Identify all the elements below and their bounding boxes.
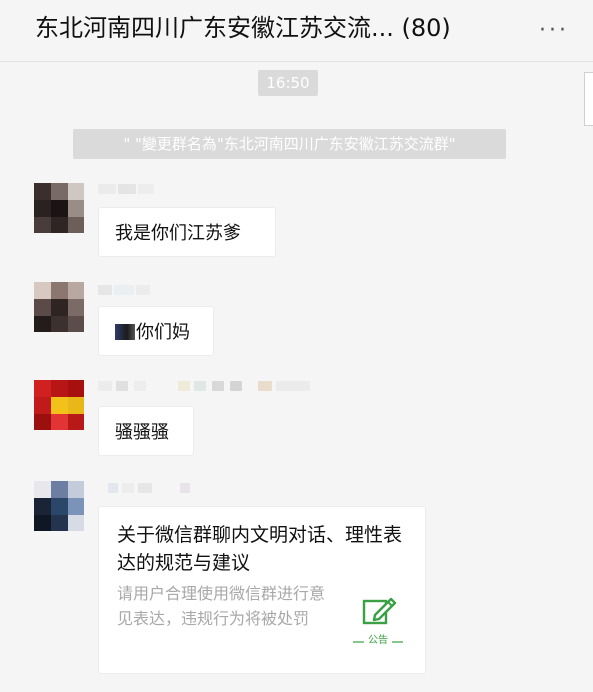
notice-description: 请用户合理使用微信群进行意见表达，违规行为将被处罚 [117,584,326,628]
chat-header: 东北河南四川广东安徽江苏交流... (80) ··· [0,0,593,62]
message-text: 骚骚骚 [115,422,169,443]
notice-title: 关于微信群聊内文明对话、理性表达的规范与建议 [117,524,403,574]
edit-note-icon: 公告 [351,593,405,649]
system-message: " "變更群名為"东北河南四川广东安徽江苏交流群" [73,129,506,159]
group-notice-card[interactable]: 关于微信群聊内文明对话、理性表达的规范与建议 请用户合理使用微信群进行意见表达，… [98,506,426,674]
message-bubble[interactable]: 骚骚骚 [98,406,194,456]
avatar[interactable] [34,282,84,332]
sender-name-blurred [108,481,208,495]
message-text: 你们妈 [136,322,190,343]
sender-name-blurred [98,379,318,393]
pixelated-emoji-icon [115,324,135,340]
avatar[interactable] [34,183,84,233]
message-bubble[interactable]: 你们妈 [98,306,214,356]
message-content: 你们妈 [115,318,190,344]
more-dots-icon[interactable]: ··· [539,18,569,43]
avatar[interactable] [34,380,84,430]
message-bubble[interactable]: 我是你们江苏爹 [98,207,276,257]
window-edge [584,72,593,126]
message-text: 我是你们江苏爹 [115,223,241,244]
sender-name-blurred [98,283,158,297]
group-title[interactable]: 东北河南四川广东安徽江苏交流... (80) [35,12,451,44]
sender-name-blurred [98,182,158,196]
timestamp-pill: 16:50 [258,70,318,96]
avatar[interactable] [34,481,84,531]
notice-icon-label: 公告 [368,635,388,646]
